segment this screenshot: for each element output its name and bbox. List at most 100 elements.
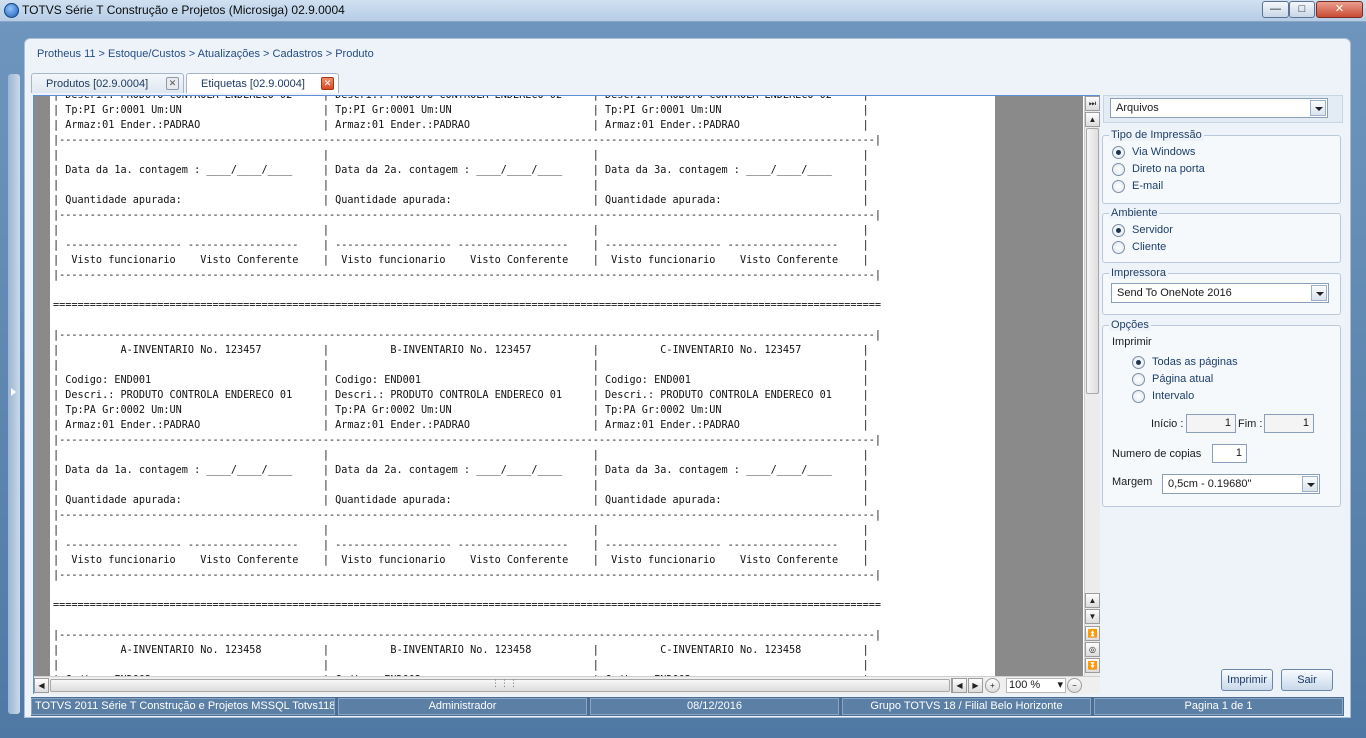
report-line: | Armaz:01 Ender.:PADRAO | Armaz:01 Ende… — [53, 420, 869, 431]
report-line — [53, 313, 881, 328]
sair-button[interactable]: Sair — [1281, 669, 1333, 691]
radio-dot-icon — [1112, 146, 1125, 159]
report-line: | | | | — [53, 180, 869, 191]
radio-dot-icon — [1112, 163, 1125, 176]
report-line: |---------------------------------------… — [53, 210, 882, 221]
print-preview: | Descri.: PRODUTO CONTROLA ENDERECO 02 … — [33, 95, 1100, 694]
radio-dot-icon — [1132, 390, 1145, 403]
radio-direto-label: Direto na porta — [1132, 163, 1205, 175]
report-line: | | | | — [53, 225, 869, 236]
radio-dot-icon — [1132, 356, 1145, 369]
report-line: | | | | — [53, 150, 869, 161]
impressora-value: Send To OneNote 2016 — [1117, 287, 1232, 299]
tab-etiquetas-close-icon[interactable]: ✕ — [321, 77, 334, 90]
scroll-down-icon[interactable]: ▼ — [1085, 609, 1100, 624]
margem-select[interactable]: 0,5cm - 0.19680" — [1162, 474, 1320, 494]
scroll-left-icon[interactable]: ◀ — [34, 678, 49, 693]
zoom-dropdown-icon: ▾ — [1057, 679, 1063, 691]
report-text: | Descri.: PRODUTO CONTROLA ENDERECO 02 … — [53, 96, 881, 676]
tab-produtos[interactable]: Produtos [02.9.0004] ✕ — [31, 73, 184, 93]
radio-todas-label: Todas as páginas — [1152, 356, 1238, 368]
next-page-icon[interactable]: ⏭ — [1085, 96, 1100, 111]
tab-produtos-close-icon[interactable]: ✕ — [166, 77, 179, 90]
tab-etiquetas-label: Etiquetas [02.9.0004] — [201, 78, 305, 90]
horizontal-scrollbar[interactable]: ◀ ⋮⋮⋮ ▶ — [34, 678, 989, 693]
fim-input[interactable]: 1 — [1264, 414, 1314, 433]
radio-dot-icon — [1112, 180, 1125, 193]
report-line: |---------------------------------------… — [53, 135, 882, 146]
arquivos-select[interactable]: Arquivos — [1110, 98, 1328, 118]
vertical-scrollbar[interactable]: ⏭ ▲ ▲ ▼ ⏫ ◎ ⏬ — [1084, 96, 1100, 676]
minimize-icon: — — [1270, 3, 1281, 15]
report-line: | Tp:PI Gr:0001 Um:UN | Tp:PI Gr:0001 Um… — [53, 105, 869, 116]
zoom-select[interactable]: 100 % ▾ — [1006, 678, 1066, 693]
preview-toolbar: ◀ ⋮⋮⋮ ▶ ◀ ▶ + 100 % ▾ − — [34, 676, 1100, 694]
fit-page-icon[interactable]: ◎ — [1085, 642, 1100, 657]
report-line: | A-INVENTARIO No. 123457 | B-INVENTARIO… — [53, 345, 869, 356]
close-icon: ✕ — [1334, 3, 1345, 15]
window-title: TOTVS Série T Construção e Projetos (Mic… — [22, 3, 345, 17]
window-titlebar: TOTVS Série T Construção e Projetos (Mic… — [0, 0, 1366, 22]
report-line: | Data da 1a. contagem : ____/____/____ … — [53, 165, 869, 176]
app-logo-icon — [4, 3, 19, 18]
horizontal-scroll-thumb[interactable]: ⋮⋮⋮ — [50, 678, 950, 692]
scroll-up-icon-lower[interactable]: ▲ — [1085, 593, 1100, 608]
impressora-dropdown-icon — [1311, 285, 1327, 301]
opcoes-group: Opções Imprimir Todas as páginas Página … — [1102, 319, 1341, 507]
report-line: | | | | — [53, 525, 869, 536]
scroll-up-icon[interactable]: ▲ — [1085, 112, 1100, 127]
report-line: | | | | — [53, 360, 869, 371]
report-line: | | | | — [53, 450, 869, 461]
inicio-label: Início : — [1151, 418, 1184, 430]
tab-produtos-label: Produtos [02.9.0004] — [46, 78, 149, 90]
page-prev-icon[interactable]: ◀ — [952, 678, 967, 693]
page-next-icon[interactable]: ▶ — [968, 678, 983, 693]
tab-etiquetas[interactable]: Etiquetas [02.9.0004] ✕ — [186, 73, 339, 93]
tipo-impressao-group: Tipo de Impressão Via Windows Direto na … — [1102, 129, 1341, 204]
maximize-button[interactable]: □ — [1289, 1, 1315, 18]
impressora-select[interactable]: Send To OneNote 2016 — [1111, 283, 1329, 303]
imprimir-label: Imprimir — [1112, 336, 1152, 348]
vertical-scroll-thumb[interactable] — [1086, 128, 1099, 394]
expand-arrow-icon — [11, 388, 16, 396]
ambiente-legend: Ambiente — [1109, 207, 1160, 219]
report-line: | Descri.: PRODUTO CONTROLA ENDERECO 01 … — [53, 390, 869, 401]
report-line: | ------------------- ------------------… — [53, 540, 869, 551]
minimize-button[interactable]: — — [1262, 1, 1289, 18]
preview-margin-right — [995, 96, 1083, 676]
status-product: TOTVS 2011 Série T Construção e Projetos… — [31, 698, 335, 715]
breadcrumb[interactable]: Protheus 11 > Estoque/Custos > Atualizaç… — [37, 48, 374, 60]
radio-dot-icon — [1112, 224, 1125, 237]
ambiente-group: Ambiente Servidor Cliente — [1102, 207, 1341, 263]
report-line: | Tp:PA Gr:0002 Um:UN | Tp:PA Gr:0002 Um… — [53, 405, 869, 416]
radio-servidor-label: Servidor — [1132, 224, 1173, 236]
copias-label: Numero de copias — [1112, 448, 1202, 460]
radio-cliente-label: Cliente — [1132, 241, 1167, 253]
report-line: | Visto funcionario Visto Conferente | V… — [53, 255, 869, 266]
arquivos-value: Arquivos — [1116, 102, 1159, 114]
close-window-button[interactable]: ✕ — [1316, 1, 1363, 18]
page-bottom-icon[interactable]: ⏬ — [1085, 658, 1100, 673]
margem-value: 0,5cm - 0.19680" — [1168, 478, 1252, 490]
zoom-in-icon[interactable]: + — [985, 678, 1000, 693]
report-line: | | | | — [53, 480, 869, 491]
radio-via-windows-label: Via Windows — [1132, 146, 1196, 158]
print-options-panel: Arquivos Tipo de Impressão Via Windows D… — [1101, 95, 1343, 694]
margem-label: Margem — [1112, 476, 1153, 488]
tipo-impressao-legend: Tipo de Impressão — [1109, 129, 1204, 141]
zoom-out-icon[interactable]: − — [1067, 678, 1082, 693]
imprimir-button[interactable]: Imprimir — [1221, 669, 1273, 691]
maximize-icon: □ — [1298, 3, 1306, 15]
radio-dot-icon — [1132, 373, 1145, 386]
report-line: | Quantidade apurada: | Quantidade apura… — [53, 195, 869, 206]
report-line: |---------------------------------------… — [53, 435, 882, 446]
copias-input[interactable]: 1 — [1212, 444, 1247, 463]
inicio-input[interactable]: 1 — [1186, 414, 1236, 433]
page-top-icon[interactable]: ⏫ — [1085, 626, 1100, 641]
side-collapse-handle[interactable] — [8, 74, 20, 714]
report-line — [53, 283, 881, 298]
report-line: | Visto funcionario Visto Conferente | V… — [53, 555, 869, 566]
preview-margin-left — [34, 96, 50, 676]
grip-icon: ⋮⋮⋮ — [491, 678, 518, 688]
report-line: |---------------------------------------… — [53, 570, 882, 581]
